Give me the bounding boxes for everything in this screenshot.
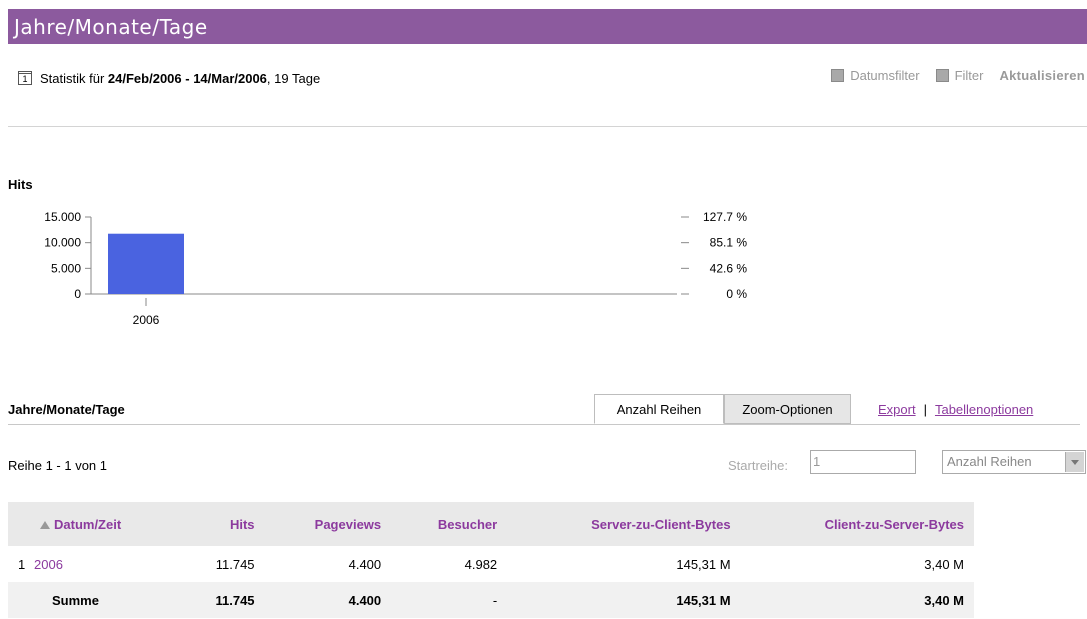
y-tick-label: 0 — [74, 287, 81, 301]
divider — [8, 424, 1080, 425]
date-filter-checkbox[interactable] — [831, 69, 845, 82]
export-link[interactable]: Export — [878, 402, 916, 417]
column-header-client-to-server[interactable]: Client-zu-Server-Bytes — [740, 502, 974, 546]
table-total-row: Summe 11.745 4.400 - 145,31 M 3,40 M — [8, 582, 974, 618]
stats-range-line: 1 Statistik für 24/Feb/2006 - 14/Mar/200… — [18, 68, 320, 88]
chevron-down-icon[interactable] — [1065, 452, 1084, 472]
row-date: 2006 — [30, 546, 178, 582]
table-header-row: Datum/Zeit Hits Pageviews Besucher Serve… — [8, 502, 974, 546]
total-label: Summe — [30, 582, 179, 618]
row-visitors: 4.982 — [464, 556, 498, 572]
table-links: Export | Tabellenoptionen — [878, 402, 1033, 417]
row-pageviews: 4.400 — [348, 556, 382, 572]
column-header-pageviews[interactable]: Pageviews — [264, 502, 392, 546]
start-row-label: Startreihe: — [728, 458, 788, 473]
column-header-server-to-client[interactable]: Server-zu-Client-Bytes — [507, 502, 741, 546]
y-tick-label: 10.000 — [44, 236, 81, 250]
column-header-label: Datum/Zeit — [54, 516, 122, 532]
total-index — [8, 582, 30, 618]
column-header-visitors[interactable]: Besucher — [391, 502, 508, 546]
row-date-link[interactable]: 2006 — [34, 557, 63, 572]
stats-prefix: Statistik für — [40, 70, 105, 86]
y2-tick-label: 85.1 % — [710, 236, 748, 250]
y2-tick-label: 42.6 % — [710, 261, 748, 275]
total-client-to-server: 3,40 M — [740, 582, 974, 618]
page-title: Jahre/Monate/Tage — [14, 15, 208, 39]
start-row-input[interactable]: 1 — [810, 450, 916, 474]
row-hits: 11.745 — [215, 556, 255, 572]
rows-count-select-value: Anzahl Reihen — [947, 454, 1032, 469]
y2-tick-label: 0 % — [726, 287, 747, 301]
row-info: Reihe 1 - 1 von 1 — [8, 458, 108, 473]
tab-rows-count[interactable]: Anzahl Reihen — [594, 394, 724, 424]
row-index: 1 — [18, 556, 26, 572]
tab-zoom-options[interactable]: Zoom-Optionen — [724, 394, 851, 424]
y-tick-label: 15.000 — [44, 210, 81, 224]
row-server-to-client: 145,31 M — [676, 556, 731, 572]
chart-title: Hits — [8, 177, 33, 192]
total-pageviews: 4.400 — [264, 582, 392, 618]
hits-chart: 15.000 127.7 % 10.000 85.1 % 5.000 42.6 % 0 0 %… — [44, 210, 748, 327]
row-client-to-server: 3,40 M — [924, 556, 964, 572]
calendar-icon[interactable]: 1 — [18, 71, 32, 85]
refresh-button[interactable]: Aktualisieren — [999, 68, 1085, 83]
x-tick-label: 2006 — [133, 313, 160, 327]
y2-tick-label: 127.7 % — [703, 210, 747, 224]
y-tick-label: 5.000 — [51, 261, 81, 275]
page-header: Jahre/Monate/Tage — [8, 9, 1087, 44]
filter-toolbar: Datumsfilter Filter Aktualisieren — [831, 68, 1085, 83]
date-filter-label: Datumsfilter — [850, 68, 920, 83]
stats-range: 24/Feb/2006 - 14/Mar/2006 — [107, 70, 267, 86]
bar — [108, 233, 184, 294]
table-row: 1 2006 11.745 4.400 4.982 145,31 M 3,40 … — [8, 546, 974, 582]
sort-ascending-icon — [40, 520, 50, 529]
rows-count-select[interactable]: Anzahl Reihen — [942, 450, 1086, 474]
table-options-link[interactable]: Tabellenoptionen — [935, 402, 1033, 417]
column-header-hits[interactable]: Hits — [178, 502, 265, 546]
total-visitors: - — [391, 582, 508, 618]
filter-checkbox[interactable] — [935, 69, 949, 82]
divider — [8, 126, 1087, 127]
filter-label: Filter — [954, 68, 984, 83]
stats-suffix: , 19 Tage — [266, 70, 321, 86]
data-table: Datum/Zeit Hits Pageviews Besucher Serve… — [8, 502, 974, 618]
total-hits: 11.745 — [178, 582, 265, 618]
column-header-date[interactable]: Datum/Zeit — [8, 502, 179, 546]
total-server-to-client: 145,31 M — [507, 582, 741, 618]
table-section-title: Jahre/Monate/Tage — [8, 402, 125, 417]
link-separator: | — [923, 402, 927, 417]
stats-text: Statistik für 24/Feb/2006 - 14/Mar/2006,… — [40, 71, 320, 86]
